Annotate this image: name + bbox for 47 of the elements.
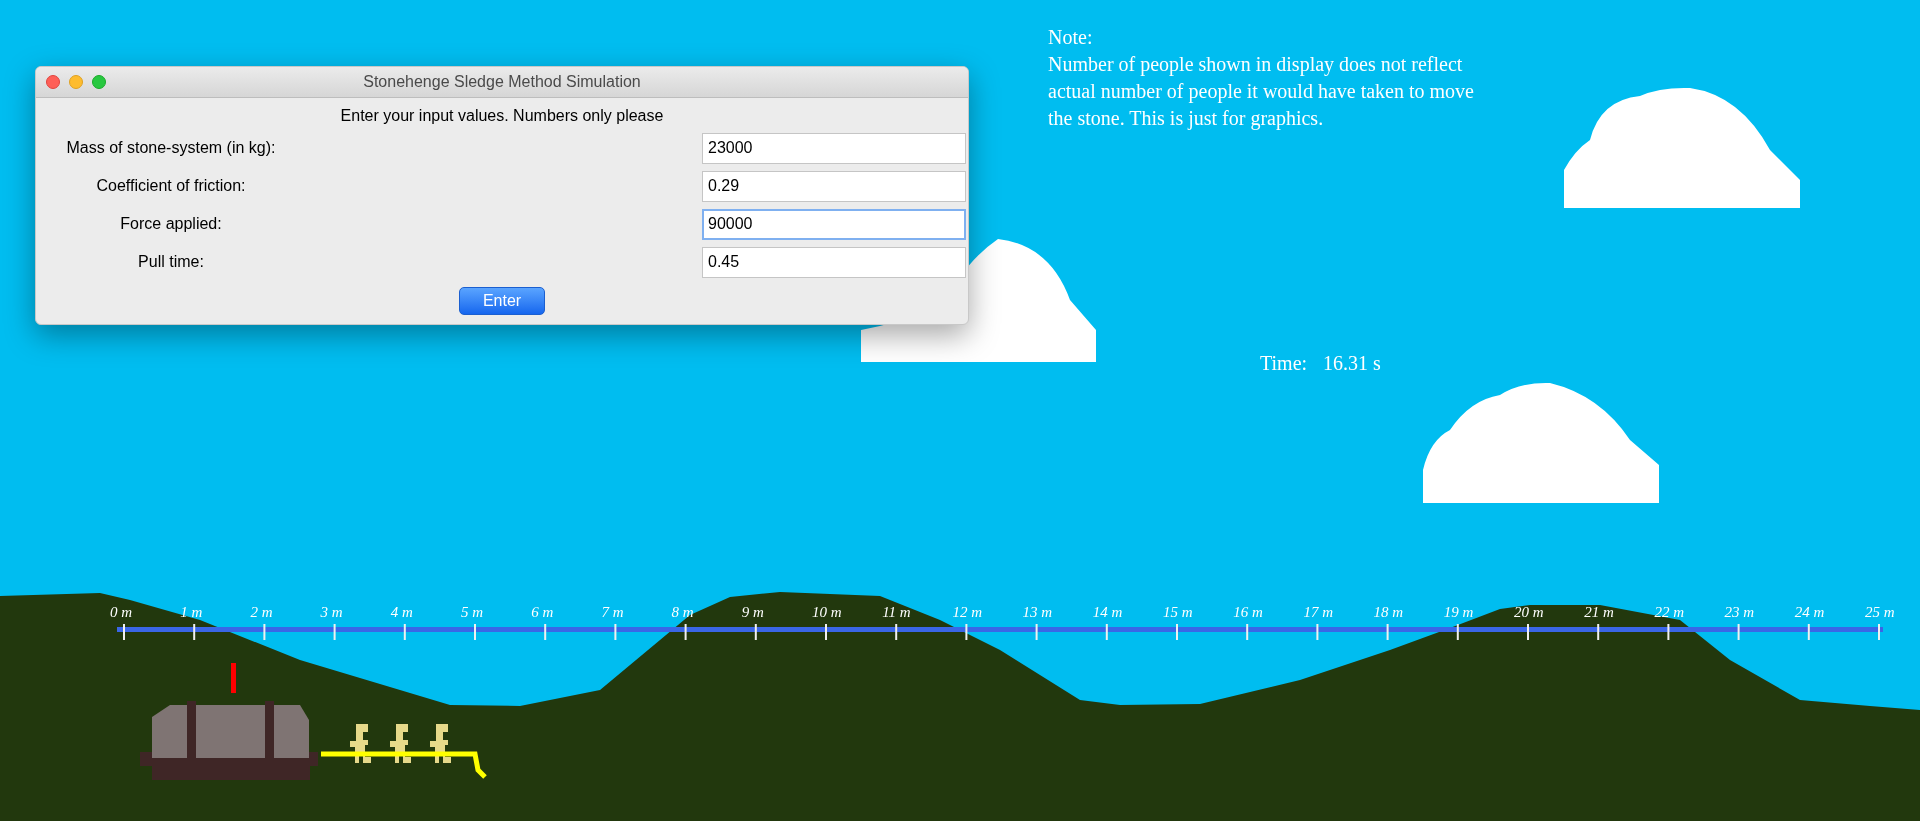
- distance-label: 7 m: [601, 603, 624, 622]
- distance-label: 16 m: [1233, 603, 1263, 622]
- distance-label: 23 m: [1724, 603, 1755, 622]
- note-text: Number of people shown in display does not reflect: [1048, 52, 1464, 78]
- distance-label: 19 m: [1443, 603, 1474, 622]
- distance-label: 5 m: [461, 603, 484, 622]
- distance-label: 12 m: [952, 603, 982, 622]
- input-field[interactable]: 0.45: [702, 246, 966, 278]
- field-label: Mass of stone-system (in kg):: [66, 139, 276, 156]
- note-text: the stone. This is just for graphics.: [1048, 106, 1325, 132]
- distance-label: 1 m: [180, 603, 203, 622]
- distance-label: 15 m: [1163, 603, 1193, 622]
- distance-label: 21 m: [1584, 603, 1614, 622]
- close-button[interactable]: [46, 75, 60, 89]
- distance-label: 24 m: [1794, 603, 1825, 622]
- distance-label: 13 m: [1022, 603, 1053, 622]
- distance-label: 8 m: [671, 603, 694, 622]
- instruction-text: Enter your input values. Numbers only please: [340, 106, 664, 126]
- distance-label: 25 m: [1865, 603, 1895, 622]
- distance-label: 9 m: [741, 603, 764, 622]
- distance-label: 17 m: [1303, 603, 1333, 622]
- input-field[interactable]: 0.29: [702, 170, 966, 202]
- time-label: Time:: [1260, 351, 1308, 376]
- distance-label: 20 m: [1514, 603, 1544, 622]
- field-label: Force applied:: [120, 215, 222, 232]
- distance-label: 0 m: [110, 603, 133, 622]
- distance-label: 14 m: [1092, 603, 1123, 622]
- input-field[interactable]: 23000: [702, 132, 966, 164]
- marker-drawing: [231, 663, 236, 693]
- minimize-button[interactable]: [69, 75, 83, 89]
- distance-label: 3 m: [320, 603, 343, 622]
- note-text: actual number of people it would have taken to move: [1048, 79, 1474, 105]
- distance-label: 11 m: [882, 603, 911, 622]
- distance-label: 10 m: [812, 603, 842, 622]
- field-label: Pull time:: [138, 253, 204, 270]
- zoom-button[interactable]: [92, 75, 106, 89]
- distance-label: 2 m: [250, 603, 273, 622]
- window-title: Stonehenge Sledge Method Simulation: [363, 72, 641, 92]
- field-label: Coefficient of friction:: [96, 177, 246, 194]
- distance-label: 6 m: [531, 603, 554, 622]
- distance-label: 4 m: [390, 603, 413, 622]
- note-title: Note:: [1048, 25, 1094, 50]
- input-field[interactable]: 90000: [702, 208, 966, 240]
- enter-button[interactable]: Enter: [459, 287, 545, 315]
- distance-label: 22 m: [1654, 603, 1684, 622]
- distance-label: 18 m: [1373, 603, 1404, 622]
- time-value: 16.31 s: [1323, 351, 1381, 376]
